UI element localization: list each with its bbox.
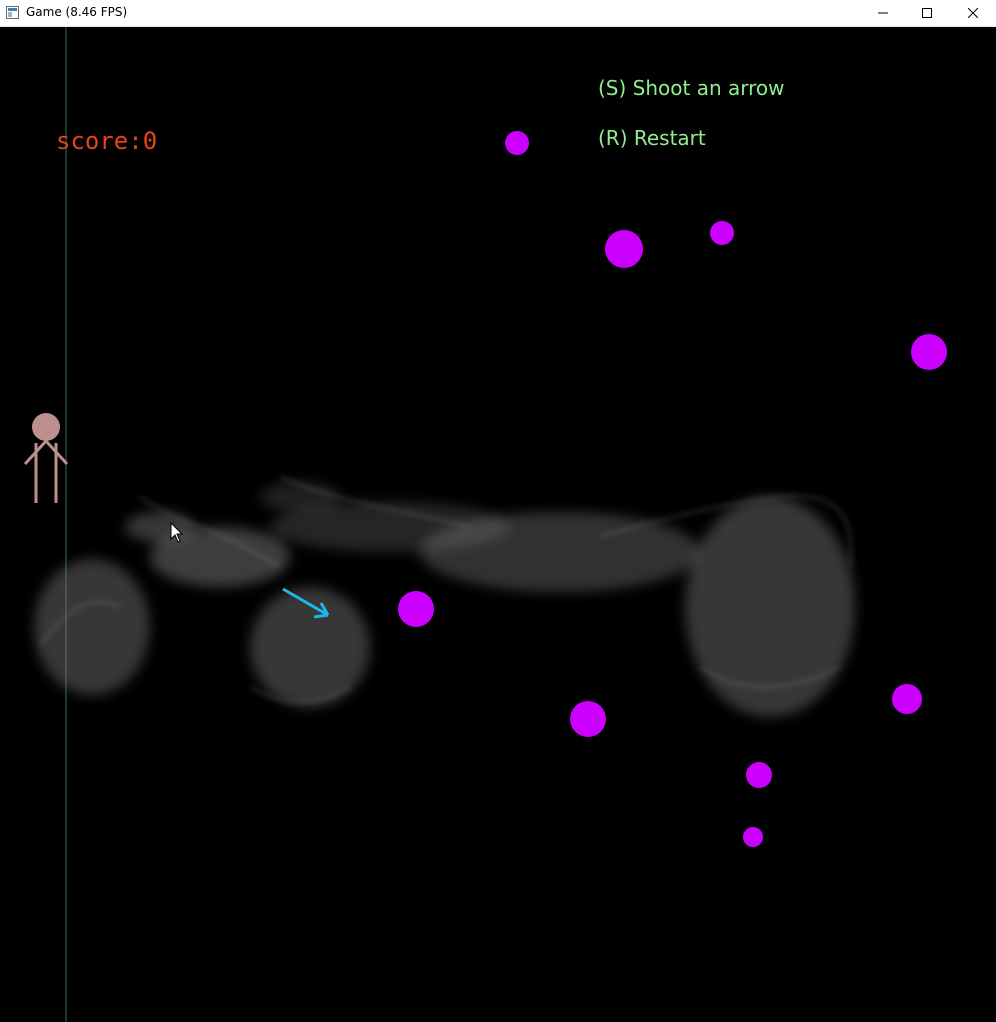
balloon xyxy=(505,131,529,155)
game-scene xyxy=(23,27,947,1022)
minimize-icon xyxy=(878,12,888,14)
close-button[interactable] xyxy=(950,0,996,26)
maximize-icon xyxy=(922,8,932,18)
close-icon xyxy=(968,8,978,18)
window-title: Game (8.46 FPS) xyxy=(26,5,128,19)
window-titlebar[interactable]: Game (8.46 FPS) xyxy=(0,0,996,27)
balloon xyxy=(398,591,434,627)
maximize-button[interactable] xyxy=(904,0,950,26)
help-shoot-label: (S) Shoot an arrow xyxy=(598,76,785,100)
score-label: score:0 xyxy=(56,127,158,155)
help-restart-label: (R) Restart xyxy=(598,126,706,150)
balloon xyxy=(743,827,763,847)
stickman-player-icon xyxy=(23,413,69,503)
game-canvas[interactable]: score:0 (S) Shoot an arrow (R) Restart xyxy=(0,27,996,1022)
balloon xyxy=(746,762,772,788)
balloon xyxy=(911,334,947,370)
balloon xyxy=(570,701,606,737)
balloon xyxy=(710,221,734,245)
balloon xyxy=(892,684,922,714)
balloon xyxy=(605,230,643,268)
app-icon xyxy=(6,6,19,19)
minimize-button[interactable] xyxy=(860,0,906,26)
